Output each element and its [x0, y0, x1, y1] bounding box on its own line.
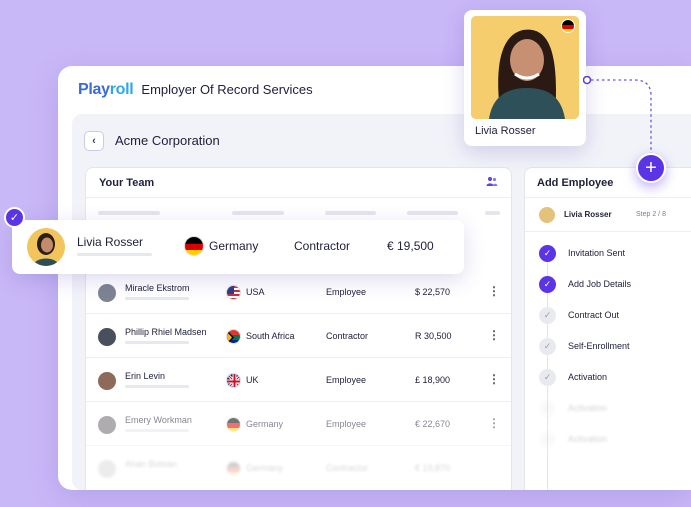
employee-name: Ahan Botoan — [125, 459, 178, 469]
avatar — [98, 372, 116, 390]
employee-country: USA — [246, 287, 265, 297]
avatar — [98, 416, 116, 434]
check-icon: ✓ — [539, 306, 556, 324]
check-icon: ✓ — [4, 207, 25, 228]
check-icon: ✓ — [539, 368, 556, 386]
step-faded: ✓ Activation — [539, 399, 607, 417]
check-icon: ✓ — [539, 337, 556, 355]
employee-type: Contractor — [326, 463, 369, 473]
step-label: Self-Enrollment — [568, 341, 630, 351]
table-row[interactable]: Erin Levin UK Employee £ 18,900 ⋮ — [86, 358, 511, 402]
playroll-logo: Playroll — [78, 81, 134, 99]
flag-usa-icon — [226, 285, 241, 300]
step-label: Activation — [568, 403, 608, 413]
flag-germany-icon — [226, 461, 241, 476]
check-icon: ✓ — [539, 399, 556, 417]
profile-name: Livia Rosser — [475, 125, 536, 137]
employee-country: Germany — [246, 463, 284, 473]
flag-south-africa-icon — [226, 329, 241, 344]
connector-line — [583, 76, 652, 156]
featured-type: Contractor — [294, 239, 351, 253]
flag-germany-icon — [184, 236, 204, 256]
featured-salary: € 19,500 — [387, 239, 434, 253]
plus-icon[interactable]: + — [636, 153, 666, 183]
step-self-enrollment: ✓ Self-Enrollment — [539, 337, 630, 355]
check-icon: ✓ — [539, 275, 556, 293]
step-faded: ✓ Activation — [539, 430, 607, 448]
logo-part2: roll — [109, 81, 134, 98]
employee-country: UK — [246, 375, 259, 385]
people-icon[interactable] — [486, 176, 498, 190]
avatar — [27, 228, 65, 266]
employee-name: Emery Workman — [125, 415, 192, 425]
company-name: Acme Corporation — [115, 133, 220, 148]
avatar — [98, 328, 116, 346]
employee-salary: € 22,670 — [415, 419, 451, 429]
brand-header: Playroll Employer Of Record Services — [78, 81, 313, 99]
step-invitation-sent: ✓ Invitation Sent — [539, 244, 625, 262]
check-icon: ✓ — [539, 244, 556, 262]
back-button[interactable]: ‹ — [84, 131, 104, 151]
featured-name: Livia Rosser — [77, 235, 144, 249]
team-header: Your Team — [86, 168, 511, 198]
employee-name: Miracle Ekstrom — [125, 283, 190, 293]
avatar — [98, 460, 116, 478]
logo-part1: Play — [78, 81, 110, 98]
employee-type: Employee — [326, 375, 367, 385]
more-options-icon[interactable]: ⋮ — [488, 284, 500, 298]
team-title: Your Team — [99, 176, 155, 189]
employee-name: Erin Levin — [125, 371, 166, 381]
employee-salary: £ 18,900 — [415, 375, 451, 385]
table-row[interactable]: Emery Workman Germany Employee € 22,670 … — [86, 402, 511, 446]
employee-country: Germany — [246, 419, 284, 429]
step-label: Add Job Details — [568, 279, 632, 289]
flag-germany-icon — [561, 19, 575, 33]
featured-country: Germany — [209, 239, 259, 253]
app-title: Employer Of Record Services — [141, 82, 313, 97]
table-row: Ahan Botoan Germany Contractor € 19,870 — [86, 446, 511, 490]
avatar — [539, 207, 555, 223]
chevron-left-icon: ‹ — [92, 135, 96, 147]
employee-salary: € 19,870 — [415, 463, 451, 473]
add-employee-name: Livia Rosser — [564, 210, 612, 219]
profile-card[interactable]: Livia Rosser — [464, 10, 586, 146]
step-label: Activation — [568, 434, 608, 444]
flag-germany-icon — [226, 417, 241, 432]
step-label: Invitation Sent — [568, 248, 626, 258]
step-activation: ✓ Activation — [539, 368, 607, 386]
step-contract-out: ✓ Contract Out — [539, 306, 619, 324]
check-icon: ✓ — [539, 430, 556, 448]
content-area: ‹ Acme Corporation Your Team Miracle Eks… — [72, 114, 691, 490]
team-panel: Your Team Miracle Ekstrom USA Employee $… — [85, 167, 512, 490]
employee-salary: $ 22,570 — [415, 287, 451, 297]
avatar — [98, 284, 116, 302]
employee-country: South Africa — [246, 331, 295, 341]
flag-uk-icon — [226, 373, 241, 388]
employee-type: Contractor — [326, 331, 369, 341]
more-options-icon[interactable]: ⋮ — [488, 328, 500, 342]
step-add-job-details: ✓ Add Job Details — [539, 275, 631, 293]
add-employee-panel: Add Employee Livia Rosser Step 2 / 8 ✓ I… — [524, 167, 691, 490]
add-employee-summary: Livia Rosser Step 2 / 8 — [525, 198, 691, 232]
step-label: Activation — [568, 372, 608, 382]
table-row[interactable]: Phillip Rhiel Madsen South Africa Contra… — [86, 314, 511, 358]
employee-type: Employee — [326, 287, 367, 297]
step-counter: Step 2 / 8 — [636, 211, 666, 218]
step-label: Contract Out — [568, 310, 620, 320]
add-employee-title: Add Employee — [525, 168, 691, 198]
more-options-icon[interactable]: ⋮ — [488, 416, 500, 430]
employee-name: Phillip Rhiel Madsen — [125, 327, 207, 337]
employee-salary: R 30,500 — [415, 331, 452, 341]
more-options-icon[interactable]: ⋮ — [488, 372, 500, 386]
featured-employee-row[interactable]: Livia Rosser Germany Contractor € 19,500 — [12, 220, 464, 274]
employee-type: Employee — [326, 419, 367, 429]
table-row[interactable]: Miracle Ekstrom USA Employee $ 22,570 ⋮ — [86, 270, 511, 314]
